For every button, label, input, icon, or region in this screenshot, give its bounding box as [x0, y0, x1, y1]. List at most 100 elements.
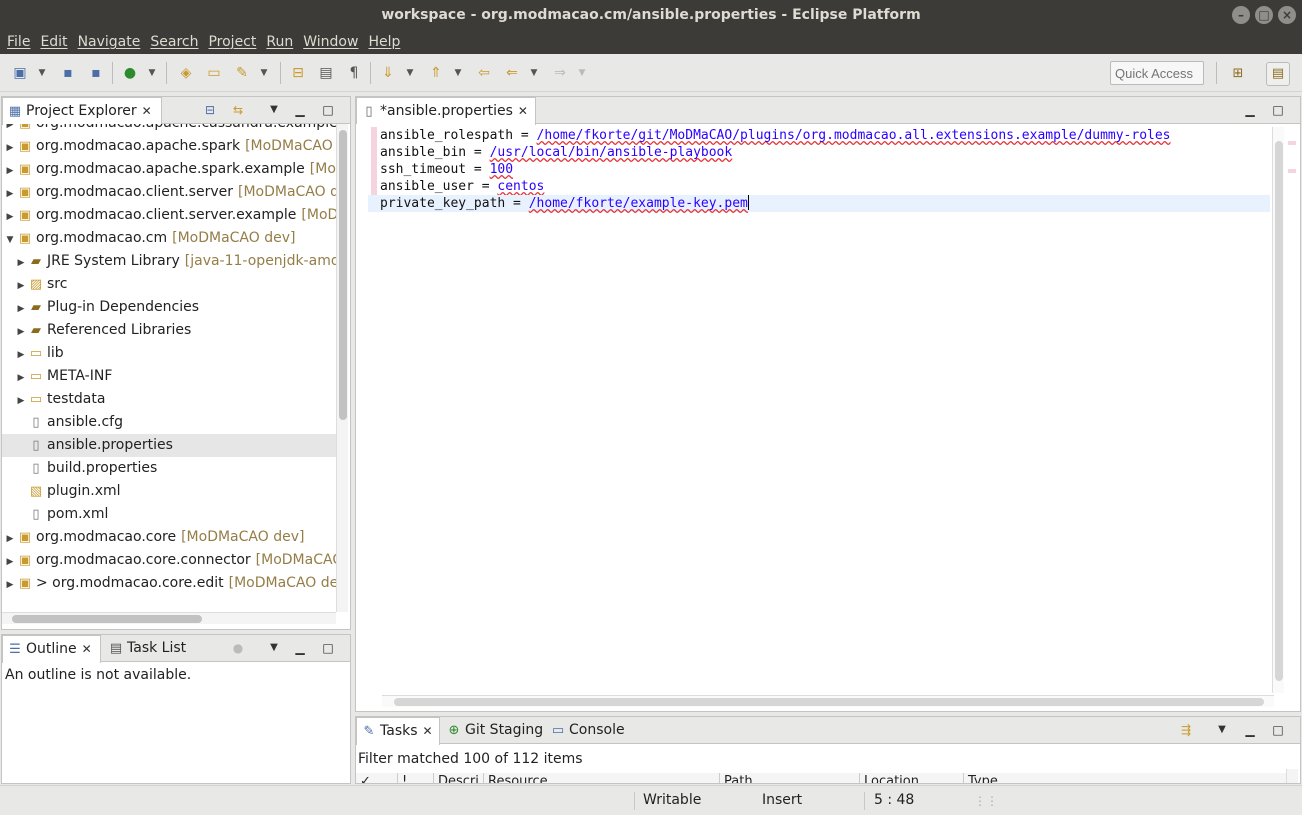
menu-project[interactable]: Project [203, 30, 261, 54]
expanded-twisty-icon[interactable]: ▼ [4, 229, 16, 252]
collapsed-twisty-icon[interactable]: ▶ [4, 574, 16, 597]
previous-annotation-icon[interactable]: ⇑ [426, 64, 446, 82]
wizard-icon[interactable]: ✎ [232, 64, 252, 82]
open-project-icon[interactable]: ◈ [176, 64, 196, 82]
forward-icon[interactable]: ⇒ [550, 64, 570, 82]
close-icon[interactable]: ✕ [82, 642, 92, 656]
column-header-resource[interactable]: Resource [484, 773, 720, 783]
tree-item[interactable]: ▶ ▰ Referenced Libraries [2, 319, 336, 342]
close-icon[interactable]: ✕ [518, 104, 528, 118]
tree-item[interactable]: ▶ ▭ testdata [2, 388, 336, 411]
tree-item[interactable]: ▶ ▣ org.modmacao.core.connector [MoDMaCAO [2, 549, 336, 572]
maximize-button[interactable]: □ [1255, 6, 1273, 24]
save-all-icon[interactable]: ▪ [86, 64, 106, 82]
collapsed-twisty-icon[interactable]: ▶ [15, 275, 27, 298]
editor-vertical-scrollbar[interactable] [1272, 127, 1284, 693]
view-menu-icon[interactable]: ▼ [266, 103, 282, 117]
minimize-button[interactable]: – [1232, 6, 1250, 24]
previous-annotation-dropdown-icon[interactable]: ▼ [452, 64, 464, 82]
scrollbar-thumb[interactable] [12, 615, 202, 623]
wizard-dropdown-icon[interactable]: ▼ [258, 64, 270, 82]
column-header-type[interactable]: Type [964, 773, 1286, 783]
minimize-icon[interactable]: ▁ [292, 641, 308, 655]
menu-run[interactable]: Run [261, 30, 298, 54]
tab-tasks[interactable]: ✎ Tasks ✕ [356, 717, 440, 745]
quick-access-input[interactable] [1110, 61, 1204, 85]
focus-icon[interactable]: ● [230, 641, 246, 655]
next-annotation-dropdown-icon[interactable]: ▼ [404, 64, 416, 82]
collapsed-twisty-icon[interactable]: ▶ [4, 551, 16, 574]
collapsed-twisty-icon[interactable]: ▶ [4, 183, 16, 206]
collapse-all-icon[interactable]: ⊟ [202, 103, 218, 117]
column-header-priority[interactable]: ! [398, 773, 434, 783]
whitespace-icon[interactable]: ¶ [344, 64, 364, 82]
tree-item[interactable]: ▯ ansible.properties [2, 434, 336, 457]
collapsed-twisty-icon[interactable]: ▶ [4, 160, 16, 183]
tree-item[interactable]: ▶ ▣ org.modmacao.client.server.example [MoD… [2, 204, 336, 227]
minimize-icon[interactable]: ▁ [1242, 723, 1258, 737]
tab-ansible-properties[interactable]: ▯ *ansible.properties ✕ [356, 97, 536, 125]
next-annotation-icon[interactable]: ⇓ [378, 64, 398, 82]
editor-line[interactable]: ssh_timeout = 100 [368, 161, 1270, 178]
overview-ruler-marker[interactable] [1288, 141, 1296, 145]
tree-item[interactable]: ▶ ▰ Plug-in Dependencies [2, 296, 336, 319]
maximize-icon[interactable]: □ [320, 103, 336, 117]
collapsed-twisty-icon[interactable]: ▶ [15, 298, 27, 321]
last-edit-icon[interactable]: ⇦ [474, 64, 494, 82]
link-with-editor-icon[interactable]: ⇆ [230, 103, 246, 117]
tree-item[interactable]: ▯ ansible.cfg [2, 411, 336, 434]
open-perspective-icon[interactable]: ⊞ [1226, 62, 1250, 86]
column-header-path[interactable]: Path [720, 773, 860, 783]
tab-outline[interactable]: ☰ Outline ✕ [2, 635, 101, 663]
column-header-description[interactable]: Descri [434, 773, 484, 783]
tree-item[interactable]: ▶ ▣ > org.modmacao.core.edit [MoDMaCAO dev [2, 572, 336, 595]
forward-dropdown-icon[interactable]: ▼ [576, 64, 588, 82]
tree-item[interactable]: ▶▣org.modmacao.apache.cassandra.example[ [2, 124, 336, 135]
back-dropdown-icon[interactable]: ▼ [528, 64, 540, 82]
minimize-icon[interactable]: ▁ [292, 103, 308, 117]
new-dropdown-icon[interactable]: ▼ [36, 64, 48, 82]
resource-perspective-icon[interactable]: ▤ [1266, 62, 1290, 86]
annotation-icon[interactable]: ⊟ [288, 64, 308, 82]
menu-edit[interactable]: Edit [35, 30, 72, 54]
tree-item[interactable]: ▯ pom.xml [2, 503, 336, 526]
tree-item[interactable]: ▧ plugin.xml [2, 480, 336, 503]
tree-item[interactable]: ▶ ▭ META-INF [2, 365, 336, 388]
maximize-icon[interactable]: □ [1270, 103, 1286, 117]
collapsed-twisty-icon[interactable]: ▶ [15, 252, 27, 275]
block-selection-icon[interactable]: ▤ [316, 64, 336, 82]
close-button[interactable]: × [1278, 6, 1296, 24]
editor-horizontal-scrollbar[interactable] [382, 695, 1274, 707]
back-icon[interactable]: ⇐ [502, 64, 522, 82]
collapsed-twisty-icon[interactable]: ▶ [4, 137, 16, 160]
tree-item[interactable]: ▶▣ org.modmacao.client.server[MoDMaCAO de [2, 181, 336, 204]
tab-task-list[interactable]: ▤ Task List [104, 635, 214, 662]
tree-item[interactable]: ▶ ▣ org.modmacao.core [MoDMaCAO dev] [2, 526, 336, 549]
tree-horizontal-scrollbar[interactable] [2, 612, 336, 624]
tab-console[interactable]: ▭ Console [546, 717, 636, 744]
editor-line[interactable]: ansible_user = centos [368, 178, 1270, 195]
scrollbar-thumb[interactable] [394, 698, 1264, 706]
focus-task-icon[interactable]: ⇶ [1178, 723, 1194, 737]
save-icon[interactable]: ▪ [58, 64, 78, 82]
column-header-location[interactable]: Location [860, 773, 964, 783]
editor-line[interactable]: ansible_bin = /usr/local/bin/ansible-pla… [368, 144, 1270, 161]
run-icon[interactable]: ● [120, 64, 140, 82]
tree-item[interactable]: ▶ ▰ JRE System Library [java-11-openjdk-amd… [2, 250, 336, 273]
tree-item[interactable]: ▶ ▣ org.modmacao.apache.spark [MoDMaCAO d [2, 135, 336, 158]
menu-window[interactable]: Window [298, 30, 363, 54]
view-menu-icon[interactable]: ▼ [266, 641, 282, 655]
collapsed-twisty-icon[interactable]: ▶ [15, 367, 27, 390]
tree-item[interactable]: ▼ ▣ org.modmacao.cm [MoDMaCAO dev] [2, 227, 336, 250]
tree-item[interactable]: ▶ ▭ lib [2, 342, 336, 365]
editor-text-area[interactable]: ansible_rolespath = /home/fkorte/git/MoD… [368, 124, 1270, 693]
tree-vertical-scrollbar[interactable] [336, 124, 348, 612]
open-folder-icon[interactable]: ▭ [204, 64, 224, 82]
tasks-vertical-scrollbar[interactable] [1286, 769, 1298, 783]
overview-ruler-marker[interactable] [1288, 169, 1296, 173]
close-icon[interactable]: ✕ [142, 104, 152, 118]
tree-item[interactable]: ▶ ▨ src [2, 273, 336, 296]
new-icon[interactable]: ▣ [10, 64, 30, 82]
maximize-icon[interactable]: □ [320, 641, 336, 655]
menu-help[interactable]: Help [363, 30, 405, 54]
